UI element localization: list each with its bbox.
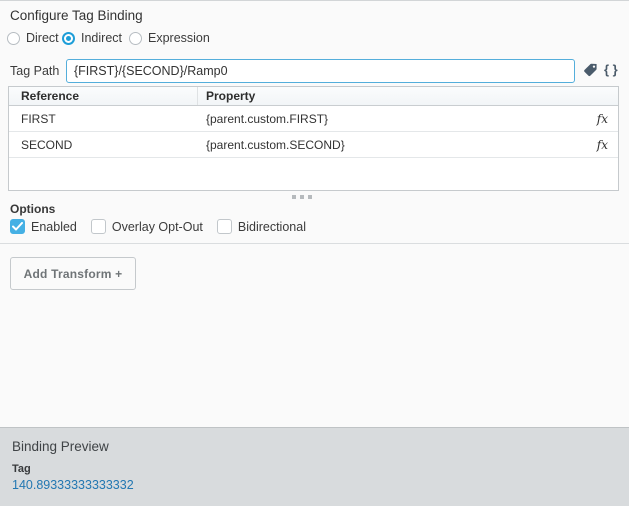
tag-path-input[interactable] bbox=[66, 59, 575, 83]
references-table-header: Reference Property bbox=[9, 87, 618, 106]
table-row[interactable]: FIRST {parent.custom.FIRST} fx bbox=[9, 106, 618, 132]
property-cell[interactable]: {parent.custom.FIRST} bbox=[198, 106, 584, 131]
radio-selected-icon bbox=[62, 31, 75, 45]
fx-icon[interactable]: fx bbox=[584, 132, 618, 157]
checkbox-bidirectional[interactable]: Bidirectional bbox=[216, 219, 306, 234]
column-header-reference[interactable]: Reference bbox=[9, 87, 198, 105]
radio-icon bbox=[7, 31, 20, 45]
configure-tag-binding-dialog: Configure Tag Binding Direct Indirect Ex… bbox=[0, 0, 629, 506]
checkbox-bidirectional-label: Bidirectional bbox=[237, 219, 306, 234]
preview-tag-value[interactable]: 140.89333333333332 bbox=[12, 478, 617, 492]
checkbox-unchecked-icon bbox=[216, 219, 232, 234]
references-table: Reference Property FIRST {parent.custom.… bbox=[8, 86, 619, 191]
radio-icon bbox=[129, 31, 142, 45]
binding-preview-title: Binding Preview bbox=[12, 439, 109, 454]
checkbox-overlay-opt-out-label: Overlay Opt-Out bbox=[111, 219, 203, 234]
checkbox-enabled-label: Enabled bbox=[31, 219, 77, 234]
binding-preview-panel: Binding Preview Tag 140.89333333333332 bbox=[0, 427, 629, 506]
property-cell[interactable]: {parent.custom.SECOND} bbox=[198, 132, 584, 157]
table-row[interactable]: SECOND {parent.custom.SECOND} fx bbox=[9, 132, 618, 158]
radio-indirect-label: Indirect bbox=[81, 31, 122, 45]
splitter-drag-handle[interactable] bbox=[292, 195, 312, 199]
tag-path-actions: { } bbox=[582, 60, 618, 80]
radio-direct-label: Direct bbox=[26, 31, 59, 45]
tag-path-label: Tag Path bbox=[10, 64, 60, 78]
options-checkbox-row: Enabled Overlay Opt-Out Bidirectional bbox=[10, 218, 306, 235]
add-transform-button[interactable]: Add Transform + bbox=[10, 257, 136, 290]
checkbox-checked-icon bbox=[10, 219, 25, 234]
options-label: Options bbox=[10, 202, 56, 216]
checkbox-overlay-opt-out[interactable]: Overlay Opt-Out bbox=[90, 219, 203, 234]
checkbox-enabled[interactable]: Enabled bbox=[10, 219, 77, 234]
reference-cell[interactable]: SECOND bbox=[9, 132, 198, 157]
preview-tag-label: Tag bbox=[12, 463, 31, 475]
radio-expression-label: Expression bbox=[148, 31, 210, 45]
page-title: Configure Tag Binding bbox=[10, 8, 143, 23]
radio-expression[interactable]: Expression bbox=[129, 31, 210, 45]
radio-indirect[interactable]: Indirect bbox=[62, 31, 122, 45]
braces-icon[interactable]: { } bbox=[604, 60, 618, 80]
tag-icon[interactable] bbox=[582, 63, 599, 78]
radio-direct[interactable]: Direct bbox=[7, 31, 59, 45]
fx-icon[interactable]: fx bbox=[584, 106, 618, 131]
section-divider bbox=[0, 243, 629, 244]
reference-cell[interactable]: FIRST bbox=[9, 106, 198, 131]
column-header-property[interactable]: Property bbox=[198, 87, 618, 105]
checkbox-unchecked-icon bbox=[90, 219, 106, 234]
